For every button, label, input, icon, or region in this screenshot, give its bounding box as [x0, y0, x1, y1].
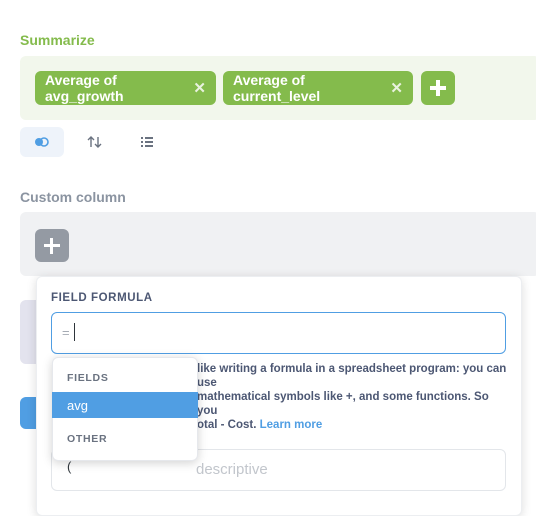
- add-custom-column-button[interactable]: [35, 229, 69, 262]
- metric-chip-avg-growth[interactable]: Average of avg_growth ✕: [35, 71, 216, 105]
- list-limit-icon: [141, 137, 153, 147]
- suggestion-item-paren[interactable]: (: [67, 459, 71, 474]
- custom-column-title: Custom column: [20, 189, 126, 205]
- summarize-title: Summarize: [20, 32, 95, 48]
- learn-more-link[interactable]: Learn more: [260, 419, 323, 431]
- text-cursor: [74, 323, 75, 341]
- toggle-preview-button[interactable]: [20, 127, 64, 157]
- metric-chip-label: Average of current_level: [233, 72, 321, 104]
- help-line: otal - Cost.: [197, 419, 257, 431]
- suggestion-label: avg: [67, 398, 88, 413]
- formula-equals-sign: =: [62, 325, 70, 340]
- metric-chip-current-level[interactable]: Average of current_level ✕: [223, 71, 413, 105]
- close-icon[interactable]: ✕: [193, 79, 206, 97]
- add-metric-button[interactable]: [421, 71, 455, 105]
- fields-header: FIELDS: [67, 372, 109, 384]
- help-line: mathematical symbols like +, and some fu…: [197, 391, 489, 417]
- close-icon[interactable]: ✕: [390, 79, 403, 97]
- custom-column-panel: [20, 212, 536, 276]
- sort-button[interactable]: [80, 127, 110, 157]
- field-formula-label: FIELD FORMULA: [51, 292, 153, 304]
- help-line: like writing a formula in a spreadsheet …: [197, 363, 507, 389]
- formula-help-text: like writing a formula in a spreadsheet …: [197, 362, 509, 432]
- row-limit-button[interactable]: [132, 127, 162, 157]
- suggestion-item-avg[interactable]: avg: [52, 392, 198, 418]
- column-name-placeholder: descriptive: [196, 461, 268, 478]
- background-step-block: [20, 300, 36, 364]
- step-actions: [20, 127, 200, 157]
- formula-input[interactable]: [51, 312, 506, 354]
- sort-icon: [87, 136, 102, 148]
- other-header: OTHER: [67, 433, 108, 445]
- background-visualize-button: [20, 397, 36, 429]
- toggle-preview-icon: [35, 137, 49, 147]
- metric-chip-label: Average of avg_growth: [45, 72, 124, 104]
